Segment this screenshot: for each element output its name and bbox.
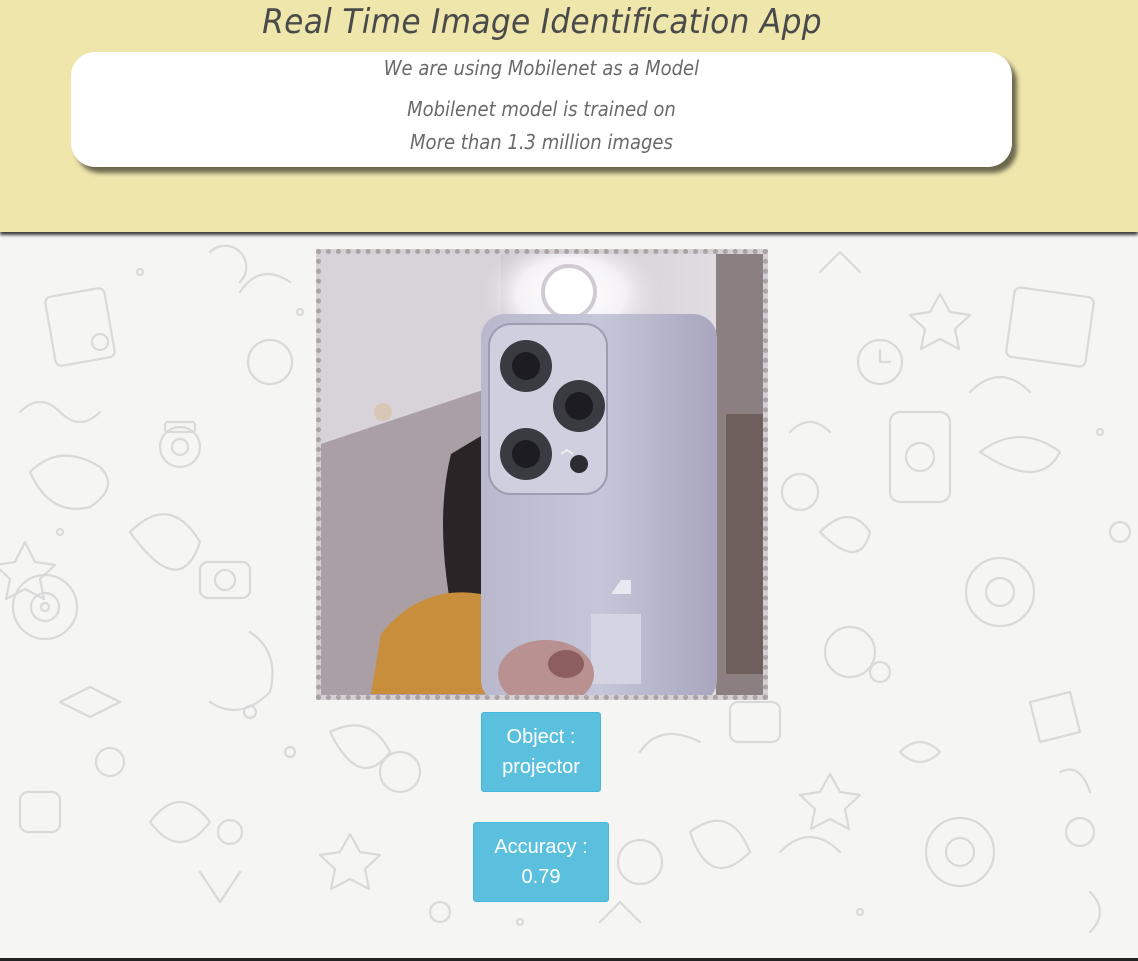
dataset-size-line: More than 1.3 million images xyxy=(410,130,673,154)
accuracy-label: Accuracy : xyxy=(494,836,588,858)
camera-image xyxy=(321,254,763,695)
accuracy-value: 0.79 xyxy=(521,866,561,888)
accuracy-badge[interactable]: Accuracy : 0.79 xyxy=(473,822,609,902)
webcam-feed xyxy=(316,249,768,700)
training-info-line: Mobilenet model is trained on xyxy=(407,97,676,121)
object-prediction-badge[interactable]: Object : projector xyxy=(481,712,601,792)
app-header: Real Time Image Identification App We ar… xyxy=(0,0,1138,232)
page-title: Real Time Image Identification App xyxy=(262,2,822,42)
model-info-card: We are using Mobilenet as a Model Mobile… xyxy=(71,52,1012,167)
object-label: Object : xyxy=(506,726,576,748)
model-info-line: We are using Mobilenet as a Model xyxy=(383,56,700,80)
object-value: projector xyxy=(502,756,580,778)
